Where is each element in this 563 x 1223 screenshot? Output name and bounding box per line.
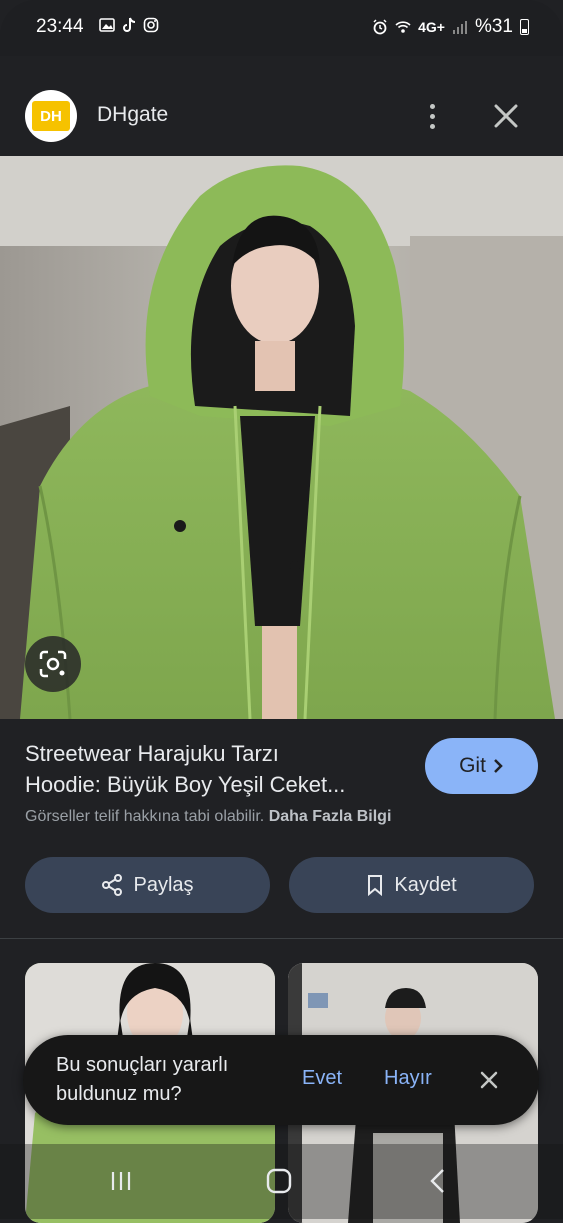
title-line-1: Streetwear Harajuku Tarzı bbox=[25, 741, 279, 766]
more-vert-icon bbox=[429, 103, 435, 109]
instagram-icon bbox=[143, 17, 159, 33]
status-time: 23:44 bbox=[36, 16, 84, 37]
lens-icon bbox=[39, 650, 67, 678]
learn-more-link[interactable]: Daha Fazla Bilgi bbox=[269, 808, 392, 825]
wifi-calling-icon bbox=[395, 21, 411, 33]
signal-icon bbox=[452, 21, 467, 34]
main-product-image[interactable] bbox=[0, 156, 563, 719]
site-logo: DH bbox=[25, 90, 77, 142]
gallery-icon bbox=[99, 18, 115, 32]
save-button[interactable]: Kaydet bbox=[289, 857, 534, 913]
share-icon bbox=[102, 874, 123, 896]
feedback-prompt: Bu sonuçları yararlı buldunuz mu? Evet H… bbox=[23, 1035, 539, 1125]
home-icon[interactable] bbox=[266, 1168, 292, 1194]
copyright-text: Görseller telif hakkına tabi olabilir. bbox=[25, 808, 265, 825]
status-notification-icons bbox=[99, 17, 159, 33]
site-name: DHgate bbox=[97, 103, 169, 126]
divider bbox=[0, 938, 563, 939]
status-system-icons: 4G+ %31 bbox=[372, 16, 529, 38]
source-header: DH DHgate bbox=[0, 72, 563, 156]
save-label: Kaydet bbox=[394, 873, 457, 896]
system-nav-bar bbox=[0, 1144, 563, 1219]
feedback-no-button[interactable]: Hayır bbox=[384, 1067, 432, 1090]
chevron-right-icon bbox=[494, 759, 503, 773]
title-line-2: Hoodie: Büyük Boy Yeşil Ceket... bbox=[25, 772, 346, 797]
dhgate-logo-icon: DH bbox=[32, 101, 70, 131]
logo-text: DH bbox=[40, 107, 62, 125]
tiktok-icon bbox=[123, 17, 136, 32]
visit-label: Git bbox=[459, 754, 486, 777]
lens-search-button[interactable] bbox=[25, 636, 81, 692]
visit-button[interactable]: Git bbox=[425, 738, 538, 794]
bookmark-icon bbox=[368, 875, 383, 896]
more-options-button[interactable] bbox=[417, 98, 447, 134]
network-type: 4G+ bbox=[418, 19, 445, 35]
close-icon[interactable] bbox=[490, 100, 522, 132]
back-icon[interactable] bbox=[428, 1168, 448, 1194]
alarm-icon bbox=[373, 19, 387, 35]
battery-percent: %31 bbox=[474, 16, 513, 37]
status-bar: 23:44 4G+ %31 bbox=[0, 0, 563, 56]
feedback-question: Bu sonuçları yararlı buldunuz mu? bbox=[56, 1054, 229, 1105]
result-title[interactable]: Streetwear Harajuku Tarzı Hoodie: Büyük … bbox=[25, 738, 405, 800]
share-label: Paylaş bbox=[133, 873, 194, 896]
copyright-notice: Görseller telif hakkına tabi olabilir. D… bbox=[25, 808, 391, 826]
feedback-yes-button[interactable]: Evet bbox=[302, 1067, 342, 1090]
product-photo bbox=[0, 156, 563, 719]
feedback-close-icon[interactable] bbox=[477, 1068, 501, 1092]
recents-icon[interactable] bbox=[108, 1170, 134, 1192]
battery-icon bbox=[520, 19, 529, 35]
share-button[interactable]: Paylaş bbox=[25, 857, 270, 913]
